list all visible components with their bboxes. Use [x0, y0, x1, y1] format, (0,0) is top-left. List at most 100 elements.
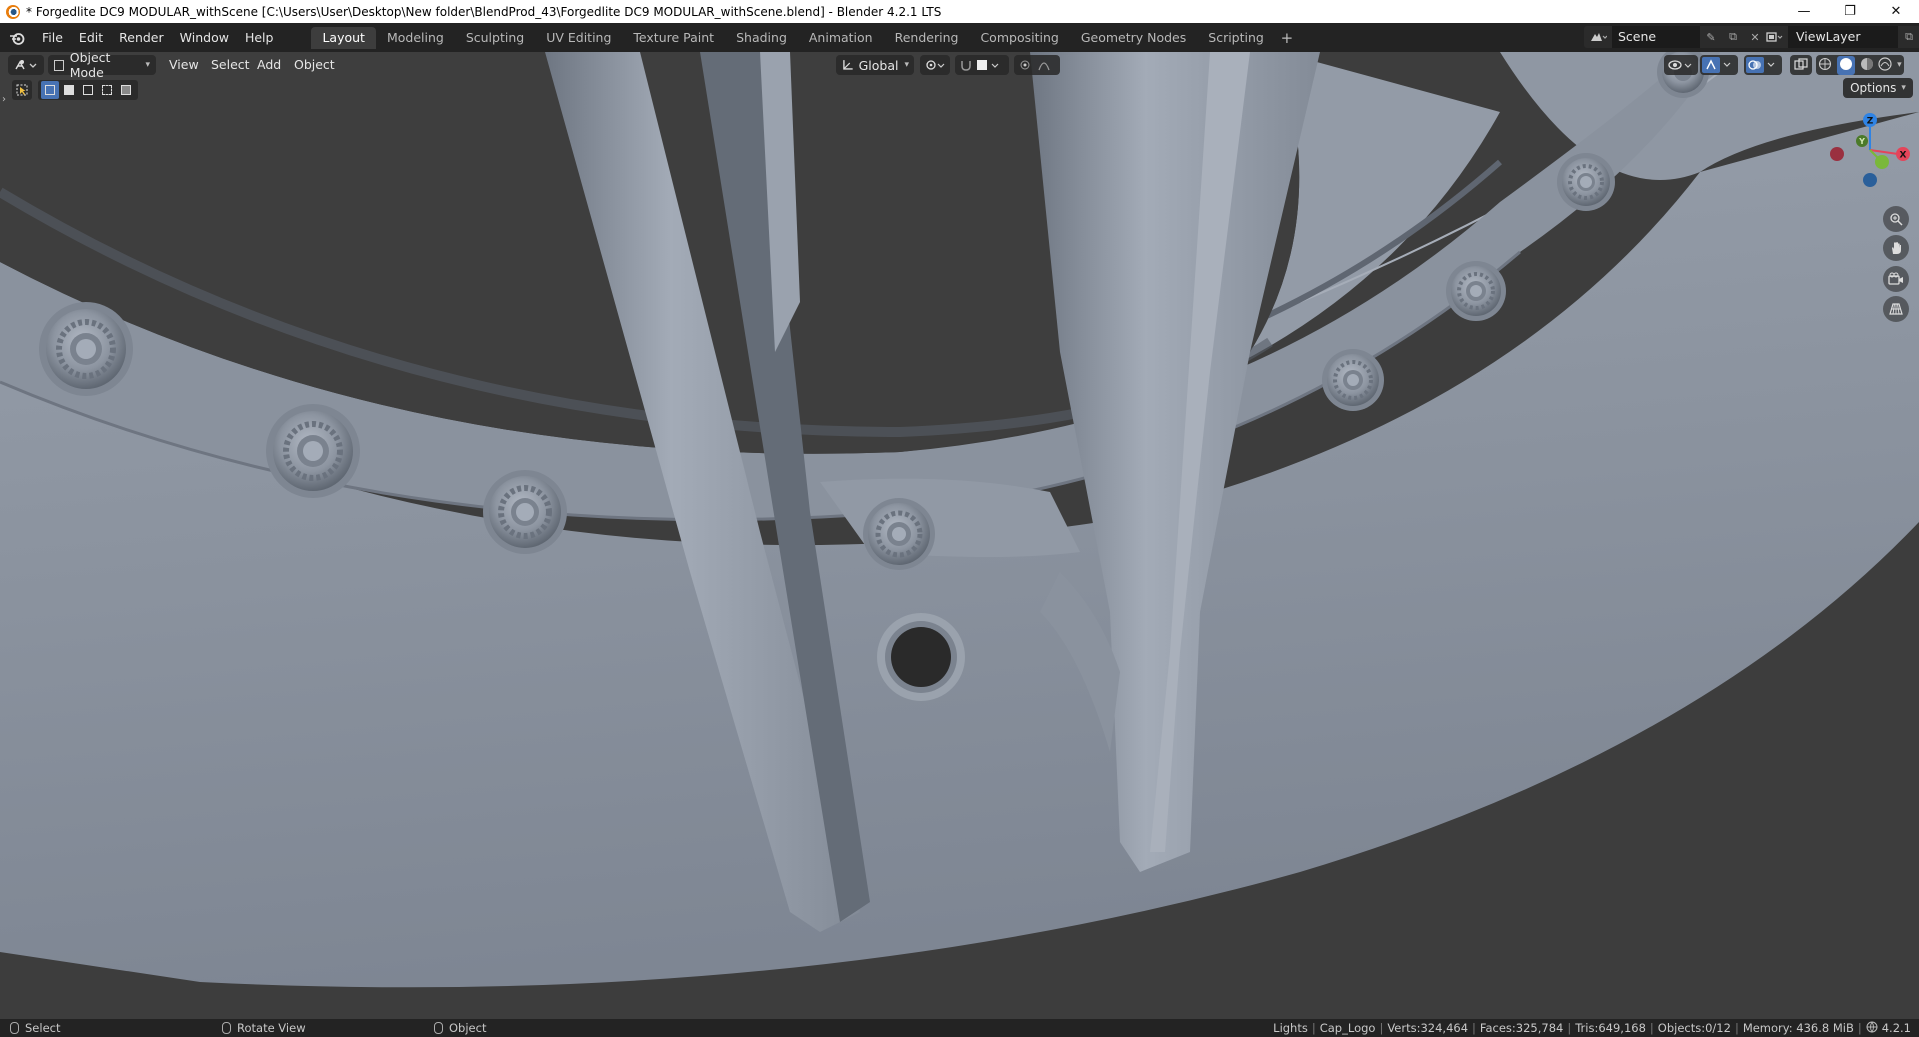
scene-icon[interactable] — [1584, 26, 1612, 48]
blender-topbar: File Edit Render Window Help Layout Mode… — [0, 23, 1919, 52]
tab-animation[interactable]: Animation — [798, 27, 884, 49]
rendered-shading-icon[interactable] — [1878, 56, 1893, 74]
tab-sculpting[interactable]: Sculpting — [455, 27, 535, 49]
scene-selector: Scene ✎ ⧉ ✕ — [1584, 26, 1766, 48]
orientation-icon — [843, 60, 853, 70]
tab-texture-paint[interactable]: Texture Paint — [622, 27, 725, 49]
select-invert-icon[interactable] — [98, 81, 116, 99]
gizmo-y-label: Y — [1858, 137, 1865, 146]
new-scene-icon[interactable]: ⧉ — [1722, 26, 1744, 48]
object-mode-icon — [54, 59, 64, 71]
object-mode-dropdown[interactable]: Object Mode ▾ — [48, 52, 156, 80]
stat-objects: Objects:0/12 — [1657, 1021, 1731, 1035]
stat-memory: Memory: 436.8 MiB — [1742, 1021, 1854, 1035]
snapping-controls[interactable] — [955, 55, 1009, 75]
zoom-view-icon[interactable] — [1883, 206, 1909, 232]
solid-shading-icon[interactable] — [1837, 55, 1856, 75]
tab-scripting[interactable]: Scripting — [1197, 27, 1275, 49]
view-layer-name-field[interactable]: ViewLayer — [1788, 26, 1898, 48]
status-hint-rotate: Rotate View — [222, 1019, 306, 1037]
chevron-down-icon: ▾ — [145, 60, 150, 70]
select-box-tool-icon[interactable] — [12, 80, 32, 100]
tab-uv-editing[interactable]: UV Editing — [535, 27, 622, 49]
select-extend-icon[interactable] — [60, 81, 78, 99]
tab-shading[interactable]: Shading — [725, 27, 798, 49]
select-intersect-icon[interactable] — [117, 81, 135, 99]
tab-compositing[interactable]: Compositing — [969, 27, 1069, 49]
globe-icon — [1866, 1021, 1878, 1036]
chevron-down-icon[interactable]: ▾ — [1897, 60, 1902, 70]
tab-modeling[interactable]: Modeling — [376, 27, 455, 49]
toolbar-expand-arrow-icon[interactable]: › — [2, 94, 6, 105]
scene-name-field[interactable]: Scene — [1612, 26, 1700, 48]
navigation-gizmo[interactable]: Z X Y — [1830, 108, 1910, 188]
tab-rendering[interactable]: Rendering — [884, 27, 970, 49]
blender-app-icon — [6, 4, 20, 19]
pin-icon[interactable]: ✎ — [1700, 26, 1722, 48]
material-shading-icon[interactable] — [1860, 57, 1874, 74]
window-titlebar: * Forgedlite DC9 MODULAR_withScene [C:\U… — [0, 0, 1919, 23]
status-hint-select: Select — [10, 1019, 60, 1037]
editor-type-dropdown[interactable] — [8, 55, 44, 75]
stat-verts: Verts:324,464 — [1387, 1021, 1469, 1035]
overlays-toggle[interactable] — [1744, 55, 1782, 75]
shading-mode-group: ▾ — [1816, 55, 1904, 75]
mouse-middle-icon — [222, 1022, 231, 1034]
status-hint-object: Object — [434, 1019, 486, 1037]
menu-help[interactable]: Help — [237, 27, 282, 49]
gizmo-z-label: Z — [1867, 117, 1874, 127]
status-object-label: Object — [449, 1021, 487, 1035]
gizmo-x-label: X — [1900, 151, 1907, 161]
wheel-mesh-render — [0, 52, 1919, 1019]
pan-view-hand-icon[interactable] — [1883, 235, 1909, 261]
object-mode-label: Object Mode — [69, 52, 111, 80]
gizmo-toggle[interactable] — [1700, 55, 1738, 75]
visibility-dropdown[interactable] — [1664, 55, 1698, 75]
viewport-menu-view[interactable]: View — [169, 55, 199, 75]
proportional-editing-controls[interactable] — [1014, 55, 1060, 75]
minimize-button[interactable]: — — [1781, 0, 1827, 23]
stat-tris: Tris:649,168 — [1575, 1021, 1646, 1035]
3d-viewport[interactable]: Object Mode ▾ View Select Add Object Glo… — [0, 52, 1919, 1019]
blender-logo-icon[interactable] — [0, 23, 34, 52]
camera-view-icon[interactable] — [1883, 266, 1909, 292]
workspace-tabs: Layout Modeling Sculpting UV Editing Tex… — [311, 26, 1299, 49]
wireframe-shading-icon[interactable] — [1818, 57, 1832, 74]
status-select-label: Select — [25, 1021, 61, 1035]
options-dropdown[interactable]: Options ▾ — [1843, 78, 1913, 98]
transform-orientation-dropdown[interactable]: Global ▾ — [836, 55, 914, 75]
select-new-icon[interactable] — [41, 81, 59, 99]
view-layer-icon[interactable] — [1760, 26, 1788, 48]
add-workspace-button[interactable]: + — [1275, 27, 1299, 49]
stat-version: 4.2.1 — [1881, 1021, 1911, 1035]
chevron-down-icon: ▾ — [904, 60, 909, 70]
viewport-menu-add[interactable]: Add — [257, 55, 281, 75]
stat-lights: Lights — [1273, 1021, 1308, 1035]
close-button[interactable]: ✕ — [1873, 0, 1919, 23]
menu-edit[interactable]: Edit — [71, 27, 111, 49]
viewport-menu-object[interactable]: Object — [294, 55, 335, 75]
viewport-menu-select[interactable]: Select — [211, 55, 250, 75]
selection-mode-group — [38, 80, 138, 100]
tab-geometry-nodes[interactable]: Geometry Nodes — [1070, 27, 1197, 49]
stat-faces: Faces:325,784 — [1479, 1021, 1564, 1035]
status-bar: Select Rotate View Object Lights | Cap_Lo… — [0, 1019, 1919, 1037]
menu-render[interactable]: Render — [111, 27, 172, 49]
view-layer-selector: ViewLayer ⧉ ✕ — [1760, 26, 1919, 48]
maximize-button[interactable]: ❐ — [1827, 0, 1873, 23]
pivot-point-dropdown[interactable] — [920, 55, 950, 75]
new-view-layer-icon[interactable]: ⧉ — [1898, 26, 1919, 48]
tool-settings-row — [12, 80, 138, 100]
xray-toggle[interactable] — [1790, 55, 1812, 75]
chevron-down-icon: ▾ — [1901, 83, 1906, 93]
mouse-right-icon — [434, 1022, 443, 1034]
scene-statistics: Lights | Cap_Logo | Verts:324,464 | Faces:3… — [1273, 1021, 1911, 1036]
tab-layout[interactable]: Layout — [311, 26, 376, 49]
orientation-label: Global — [858, 57, 899, 73]
select-subtract-icon[interactable] — [79, 81, 97, 99]
menu-window[interactable]: Window — [172, 27, 237, 49]
perspective-toggle-grid-icon[interactable] — [1883, 296, 1909, 322]
mouse-left-icon — [10, 1022, 19, 1034]
sidebar-expand-arrow-icon[interactable]: ‹ — [1910, 94, 1914, 105]
menu-file[interactable]: File — [34, 27, 71, 49]
